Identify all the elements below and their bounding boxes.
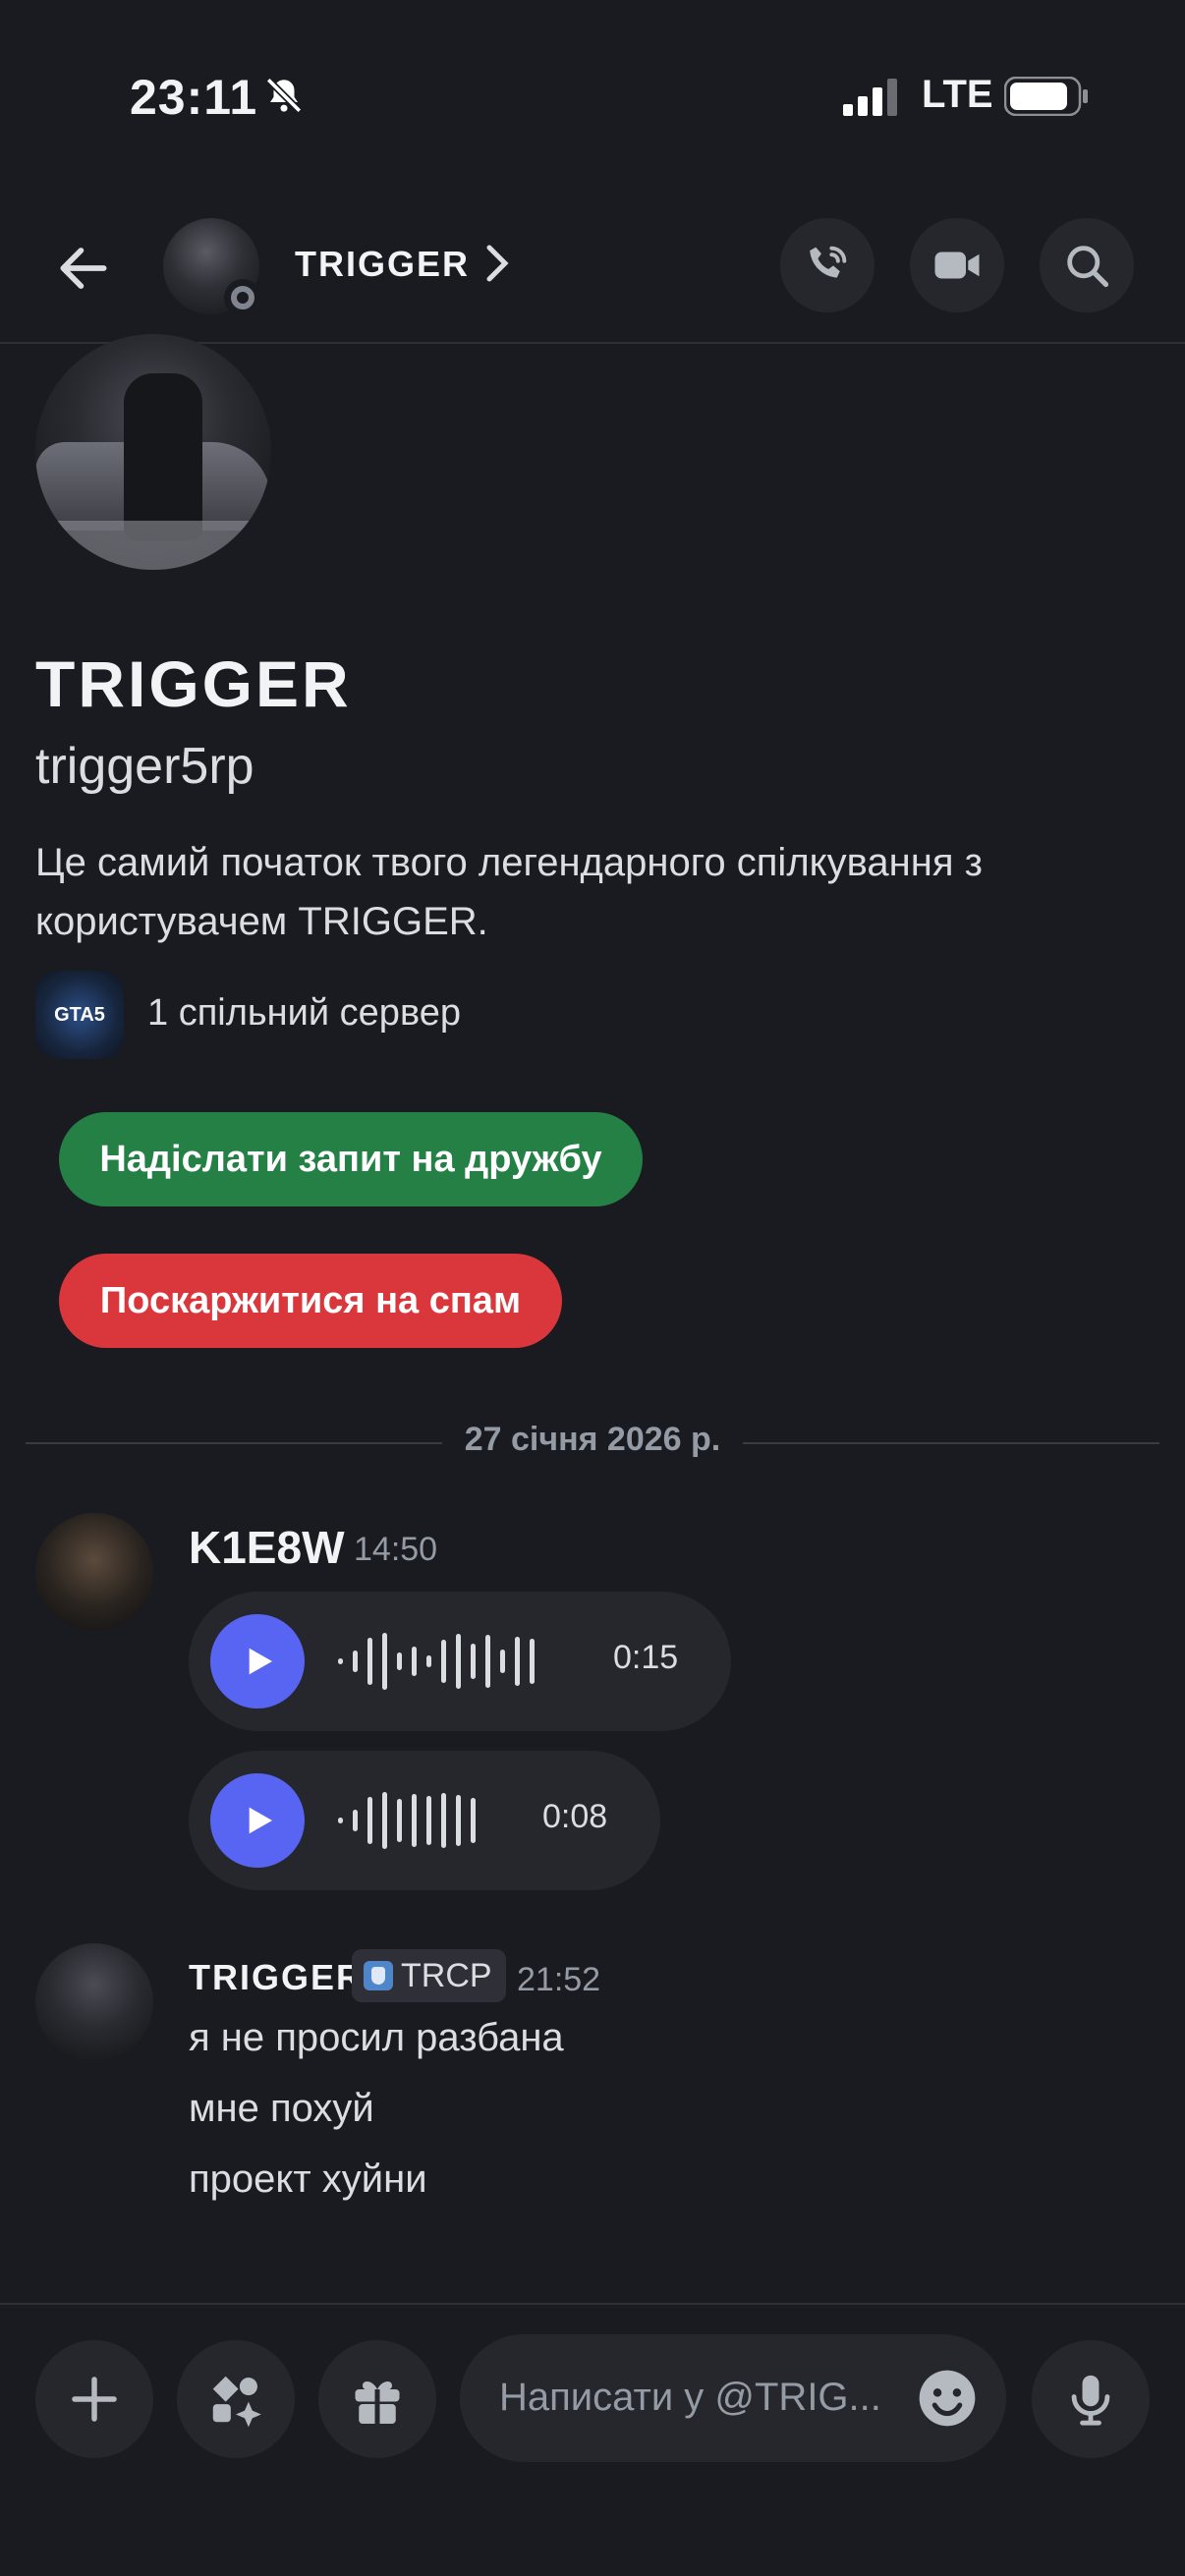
bell-muted-icon [265, 77, 303, 114]
message-timestamp: 14:50 [354, 1531, 438, 1568]
message-avatar[interactable] [35, 1943, 153, 2061]
play-icon [249, 1648, 272, 1675]
message-text: мне похуй [189, 2087, 374, 2130]
voice-message: 0:08 [189, 1751, 660, 1890]
header-username[interactable]: TRIGGER [295, 244, 470, 285]
phone-call-icon [810, 246, 847, 278]
waveform[interactable] [338, 1592, 535, 1731]
profile-avatar[interactable] [35, 334, 271, 570]
search-button[interactable] [1040, 218, 1134, 312]
play-button[interactable] [210, 1773, 305, 1868]
gift-icon [355, 2380, 400, 2424]
message-input[interactable]: Написати у @TRIG... [460, 2334, 1006, 2462]
network-label: LTE [922, 73, 993, 116]
video-camera-icon [934, 252, 980, 279]
message-text: я не просил разбана [189, 2016, 564, 2059]
waveform[interactable] [338, 1751, 476, 1890]
server-tag-label: TRCP [401, 1956, 492, 1994]
message-author[interactable]: K1E8W [189, 1521, 344, 1574]
message-timestamp: 21:52 [517, 1961, 601, 1998]
microphone-icon [1071, 2375, 1110, 2426]
date-divider-line [743, 1442, 1159, 1444]
apps-button[interactable] [177, 2340, 295, 2458]
search-icon [1067, 246, 1109, 288]
header-avatar[interactable] [163, 218, 261, 316]
server-icon-label: GTA5 [54, 1003, 105, 1026]
send-friend-request-button[interactable]: Надіслати запит на дружбу [59, 1112, 643, 1206]
conversation-intro-text: Це самий початок твого легендарного спіл… [35, 841, 983, 943]
message-text: проект хуйни [189, 2157, 427, 2201]
message-composer: Написати у @TRIG... [0, 2303, 1185, 2576]
voice-duration: 0:15 [613, 1639, 679, 1676]
voice-call-button[interactable] [780, 218, 875, 312]
status-time: 23:11 [130, 70, 258, 125]
voice-record-button[interactable] [1032, 2340, 1150, 2458]
message-avatar[interactable] [35, 1513, 153, 1631]
emoji-icon[interactable] [914, 2365, 981, 2432]
profile-display-name: TRIGGER [35, 647, 352, 720]
message-input-placeholder: Написати у @TRIG... [499, 2376, 881, 2419]
attach-button[interactable] [35, 2340, 153, 2458]
signal-icon [843, 79, 897, 116]
profile-username: trigger5rp [35, 738, 254, 795]
video-call-button[interactable] [910, 218, 1004, 312]
chat-header: TRIGGER [0, 187, 1185, 344]
gift-button[interactable] [318, 2340, 436, 2458]
plus-icon [72, 2377, 117, 2422]
battery-icon [1004, 77, 1088, 116]
mutual-server-icon[interactable]: GTA5 [35, 971, 124, 1059]
date-divider: 27 січня 2026 р. [464, 1421, 721, 1458]
report-spam-button[interactable]: Поскаржитися на спам [59, 1254, 562, 1348]
server-tag[interactable]: TRCP [352, 1949, 506, 2002]
shield-icon [364, 1961, 393, 1990]
status-bar: 23:11 LTE [0, 0, 1185, 187]
voice-duration: 0:08 [542, 1798, 608, 1835]
play-icon [249, 1807, 272, 1834]
apps-icon [212, 2376, 261, 2428]
offline-status-icon [224, 279, 261, 316]
chevron-right-icon[interactable] [485, 244, 509, 283]
play-button[interactable] [210, 1614, 305, 1708]
date-divider-line [26, 1442, 442, 1444]
mutual-servers-link[interactable]: 1 спільний сервер [147, 992, 461, 1035]
back-arrow-icon[interactable] [53, 238, 114, 299]
message-author[interactable]: TRIGGER [189, 1957, 364, 1998]
voice-message: 0:15 [189, 1592, 731, 1731]
